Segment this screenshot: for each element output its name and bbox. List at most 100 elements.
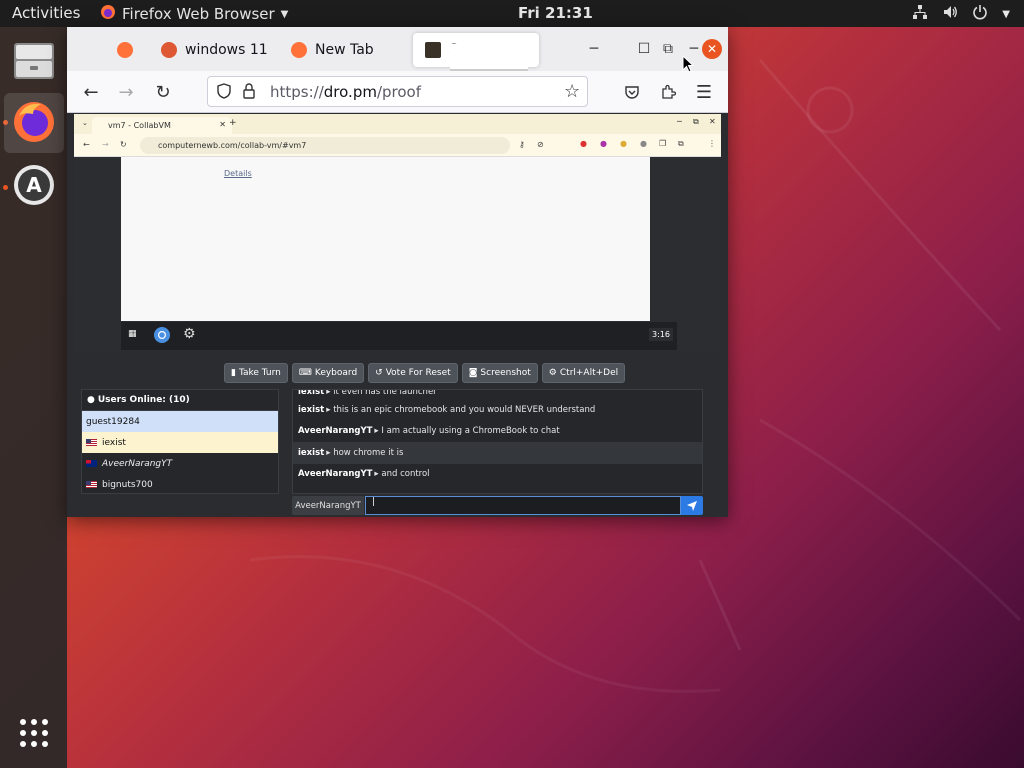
vm-toolbar: ▮ Take Turn ⌨ Keyboard ↺ Vote For Reset … <box>224 363 626 383</box>
chat-input[interactable]: | <box>365 496 681 515</box>
chrome-tab-title: vm7 - CollabVM <box>108 121 171 130</box>
url-text: https://dro.pm/proof <box>270 83 421 101</box>
user-row[interactable]: iexist <box>82 432 278 453</box>
chrome-icon <box>153 326 171 348</box>
back-icon: ← <box>83 140 90 149</box>
chat-separator: ▸ <box>374 469 379 480</box>
chat-separator: ▸ <box>326 447 331 458</box>
mouse-icon: ▮ <box>231 368 236 378</box>
menu-icon[interactable]: ☰ <box>692 80 716 104</box>
user-row[interactable]: bignuts700 <box>82 474 278 495</box>
chevron-down-icon: ▼ <box>1002 8 1010 20</box>
extension-icon: ● <box>600 139 607 148</box>
user-icon: ● <box>87 395 95 405</box>
chevron-down-icon: ▼ <box>280 8 289 20</box>
chrome-tabbar: ⌄ vm7 - CollabVM ✕ + ─ ⧉ ✕ <box>74 114 721 134</box>
chat-separator: ▸ <box>326 404 331 415</box>
chat-text: and control <box>381 469 430 480</box>
dock-software-updater[interactable]: A <box>4 157 64 217</box>
reload-button[interactable]: ↻ <box>151 80 175 104</box>
dock: A <box>0 27 67 768</box>
firefox-icon <box>117 42 133 58</box>
chevron-down-icon: ⌄ <box>82 119 88 127</box>
users-header-label: Users Online: (10) <box>97 395 190 405</box>
extension-icon: ● <box>640 139 647 148</box>
user-row[interactable]: guest19284 <box>82 411 278 432</box>
lock-icon[interactable] <box>242 83 256 103</box>
duckduckgo-icon <box>161 42 177 58</box>
undo-icon: ↺ <box>375 368 383 378</box>
camera-icon: ◙ <box>468 368 478 378</box>
users-panel: ● Users Online: (10) guest19284 iexist A… <box>81 389 279 494</box>
app-menu-label: Firefox Web Browser <box>122 5 275 23</box>
gear-icon: ⚙ <box>548 368 557 378</box>
app-menu[interactable]: Firefox Web Browser ▼ <box>100 4 288 24</box>
restore-icon: ⧉ <box>693 117 699 126</box>
chat-message: iexist ▸ this is an epic chromebook and y… <box>293 399 702 421</box>
key-icon: ⚷ <box>519 140 525 149</box>
activities-button[interactable]: Activities <box>12 4 80 22</box>
tab-new-tab[interactable]: New Tab <box>279 33 409 67</box>
back-button[interactable]: ← <box>79 80 103 104</box>
tab-label: windows 11 <box>185 42 268 58</box>
us-flag-icon <box>86 439 97 446</box>
take-turn-button[interactable]: ▮ Take Turn <box>224 363 288 383</box>
chat-text: how chrome it is <box>333 447 404 458</box>
extensions-icon[interactable]: ⧉ <box>658 39 678 59</box>
chat-current-user[interactable]: AveerNarangYT <box>292 496 364 515</box>
ctrl-alt-del-button[interactable]: ⚙ Ctrl+Alt+Del <box>541 363 626 383</box>
url-bar[interactable]: https://dro.pm/proof ☆ <box>207 76 588 107</box>
close-window-button[interactable]: ✕ <box>702 39 722 59</box>
ctrl-alt-del-label: Ctrl+Alt+Del <box>559 368 619 378</box>
pocket-icon[interactable] <box>620 80 644 104</box>
chat-username: AveerNarangYT <box>298 426 373 437</box>
minimize-button[interactable]: ─ <box>584 39 604 59</box>
au-flag-icon <box>86 460 97 467</box>
extensions-icon: ⧉ <box>678 139 684 148</box>
chat-text: this is an epic chromebook and you would… <box>333 404 596 415</box>
tab-strip: windows 11 New Tab S ─ ☐ ⧉ ─ ✕ <box>67 27 728 71</box>
user-name: iexist <box>102 437 126 448</box>
vm-page-area <box>121 157 650 321</box>
chrome-navbar: ← → ↻ computernewb.com/collab-vm/#vm7 ⚷ … <box>74 134 721 157</box>
user-name: AveerNarangYT <box>102 458 173 469</box>
shelf-clock: 3:16 <box>649 328 673 341</box>
firefox-icon <box>291 42 307 58</box>
close-icon: ✕ <box>219 120 226 129</box>
shield-icon[interactable] <box>216 83 232 103</box>
settings-gear-icon: ⚙ <box>183 326 196 342</box>
chat-text: I am actually using a ChromeBook to chat <box>381 426 560 437</box>
firefox-icon <box>11 98 57 148</box>
keyboard-button[interactable]: ⌨ Keyboard <box>291 363 365 383</box>
screenshot-button[interactable]: ◙ Screenshot <box>461 363 538 383</box>
clock[interactable]: Fri 21:31 <box>518 4 593 22</box>
extensions-icon[interactable] <box>656 80 680 104</box>
system-tray[interactable]: ▼ <box>912 4 1010 24</box>
page-favicon <box>425 42 441 58</box>
forward-button[interactable]: → <box>114 80 138 104</box>
vm-screen[interactable]: ⌄ vm7 - CollabVM ✕ + ─ ⧉ ✕ ← → ↻ compute… <box>74 114 721 351</box>
vote-reset-button[interactable]: ↺ Vote For Reset <box>368 363 458 383</box>
send-button[interactable] <box>681 496 703 515</box>
chat-text: it even has the launcher <box>333 389 437 397</box>
maximize-button[interactable]: ☐ <box>634 39 654 59</box>
user-name: guest19284 <box>86 416 140 427</box>
tab-windows-11[interactable]: windows 11 <box>149 33 279 67</box>
dock-firefox[interactable] <box>4 93 64 153</box>
firefox-icon <box>100 4 116 24</box>
copy-icon: ❐ <box>659 139 667 148</box>
show-applications-button[interactable] <box>4 705 64 765</box>
tab-firefox[interactable] <box>105 33 145 67</box>
chat-username: iexist <box>298 389 325 397</box>
dock-files[interactable] <box>4 33 64 93</box>
power-icon <box>972 4 988 24</box>
nav-bar: ← → ↻ https://dro.pm/proof ☆ ☰ <box>67 71 728 113</box>
files-icon <box>12 39 56 87</box>
users-header: ● Users Online: (10) <box>82 390 278 411</box>
eye-off-icon: ⊘ <box>537 140 544 149</box>
take-turn-label: Take Turn <box>238 368 281 378</box>
url-path: /proof <box>376 83 422 101</box>
user-row[interactable]: AveerNarangYT <box>82 453 278 474</box>
chat-message: AveerNarangYT ▸ I am actually using a Chr… <box>293 421 702 443</box>
bookmark-star-icon[interactable]: ☆ <box>564 81 580 102</box>
